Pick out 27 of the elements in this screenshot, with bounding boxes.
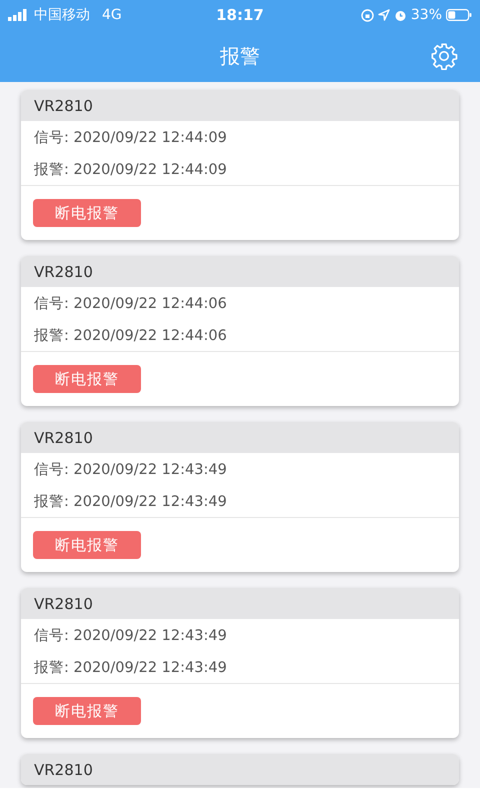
alarm-time-text: 报警: 2020/09/22 12:44:06 <box>33 326 228 346</box>
page-title: 报警 <box>220 42 260 70</box>
clock-time: 18:17 <box>216 6 264 24</box>
alarm-time-text: 报警: 2020/09/22 12:43:49 <box>33 658 228 678</box>
alarm-time-text: 信号: 2020/09/22 12:43:49 <box>33 626 228 646</box>
device-name: VR2810 <box>34 428 93 446</box>
alarm-type-button[interactable]: 断电报警 <box>33 697 141 725</box>
alarm-type-button[interactable]: 断电报警 <box>33 365 141 393</box>
alarm-time-text: 报警: 2020/09/22 12:44:09 <box>33 160 228 180</box>
alarm-time-text: 信号: 2020/09/22 12:44:06 <box>33 294 228 314</box>
alarm-time-text: 信号: 2020/09/22 12:44:09 <box>33 128 228 148</box>
battery-icon <box>446 9 472 21</box>
device-name: VR2810 <box>34 760 93 778</box>
location-arrow-icon <box>378 9 390 21</box>
alarm-time-text: 信号: 2020/09/22 12:43:49 <box>33 460 228 480</box>
device-name: VR2810 <box>34 96 93 114</box>
settings-icon[interactable] <box>430 42 458 70</box>
alarm-clock-icon <box>394 8 407 22</box>
alarm-type-button[interactable]: 断电报警 <box>33 199 141 227</box>
alarm-type-button[interactable]: 断电报警 <box>33 531 141 559</box>
lock-rotation-icon <box>360 8 374 22</box>
device-name: VR2810 <box>34 594 93 612</box>
network-type: 4G <box>102 7 122 23</box>
alarm-time-text: 报警: 2020/09/22 12:43:49 <box>33 492 228 512</box>
device-name: VR2810 <box>34 262 93 280</box>
battery-percent: 33% <box>410 7 442 23</box>
carrier-name: 中国移动 <box>34 6 90 24</box>
